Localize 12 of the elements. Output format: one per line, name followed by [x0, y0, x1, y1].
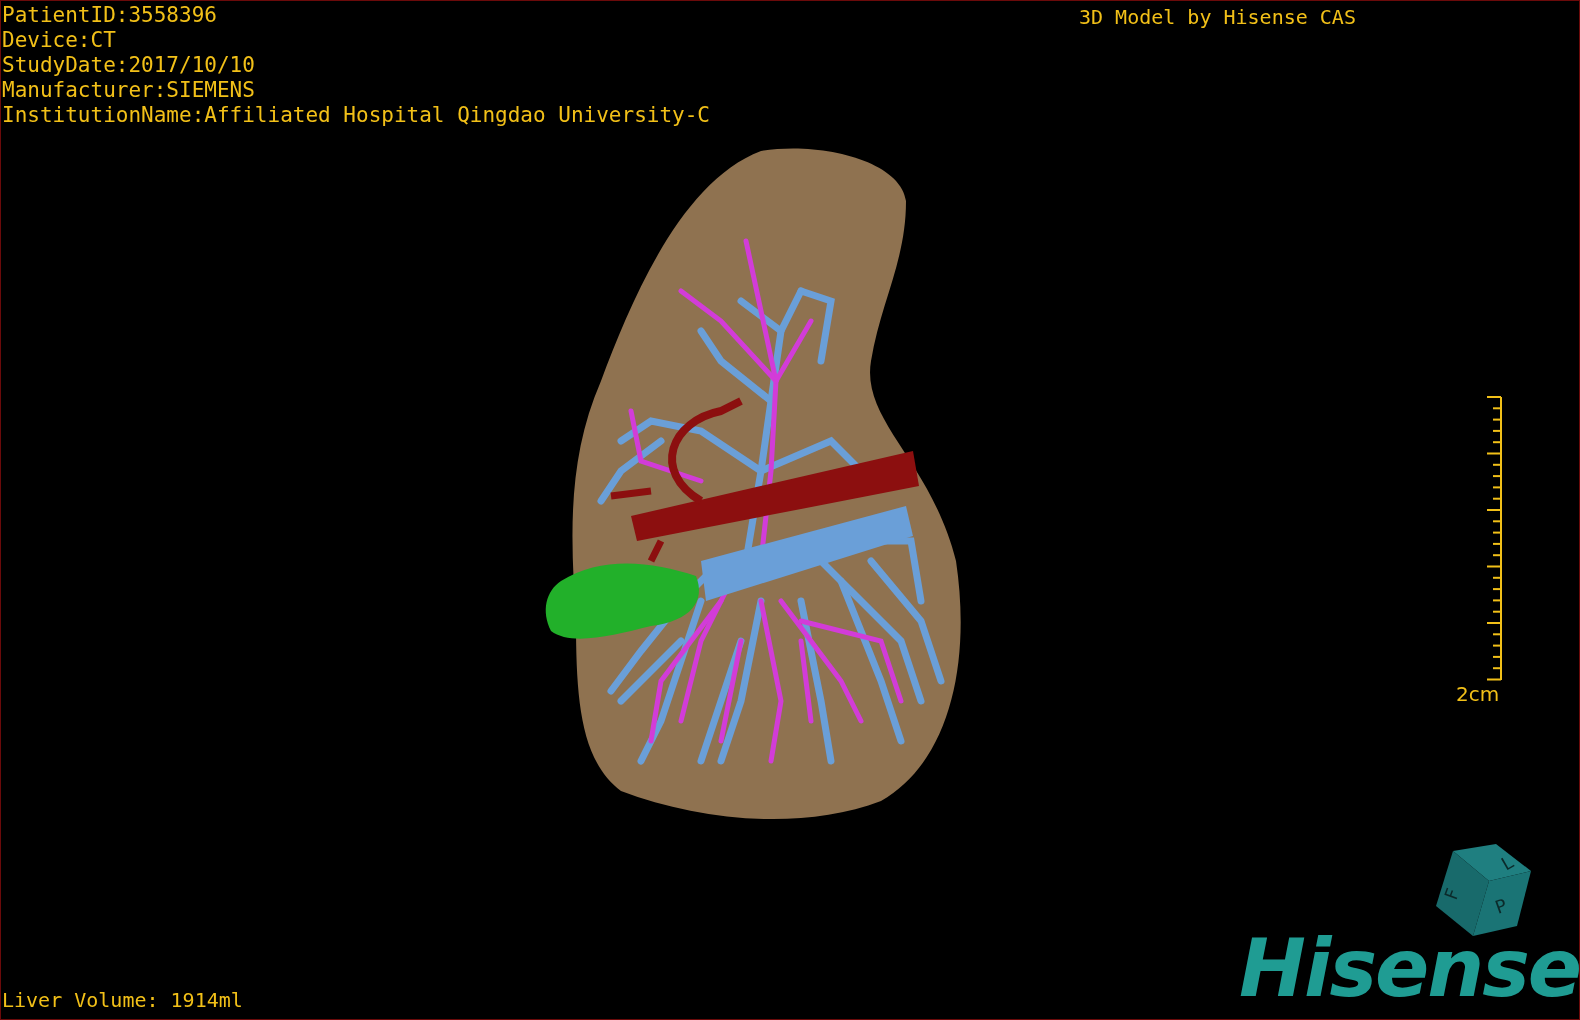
patient-info-text: Device:CT	[2, 28, 117, 53]
patient-info-text: Manufacturer:SIEMENS	[2, 78, 256, 103]
patient-info-text: PatientID:3558396	[2, 3, 218, 28]
patient-info-text: StudyDate:2017/10/10	[2, 53, 256, 78]
scale-label: 2cm	[1456, 683, 1500, 705]
brand-logo: Hisense	[1239, 929, 1579, 1009]
patient-info-text: InstitutionName:Affiliated Hospital Qingdao University-C	[2, 103, 710, 128]
cube-face-label: L	[1497, 851, 1517, 875]
viewer-title: 3D Model by Hisense CAS	[1079, 5, 1356, 30]
liver-volume-text: Liver Volume: 1914ml	[2, 988, 243, 1013]
cube-face-label: F	[1440, 885, 1464, 903]
cube-face-label: P	[1492, 894, 1510, 918]
